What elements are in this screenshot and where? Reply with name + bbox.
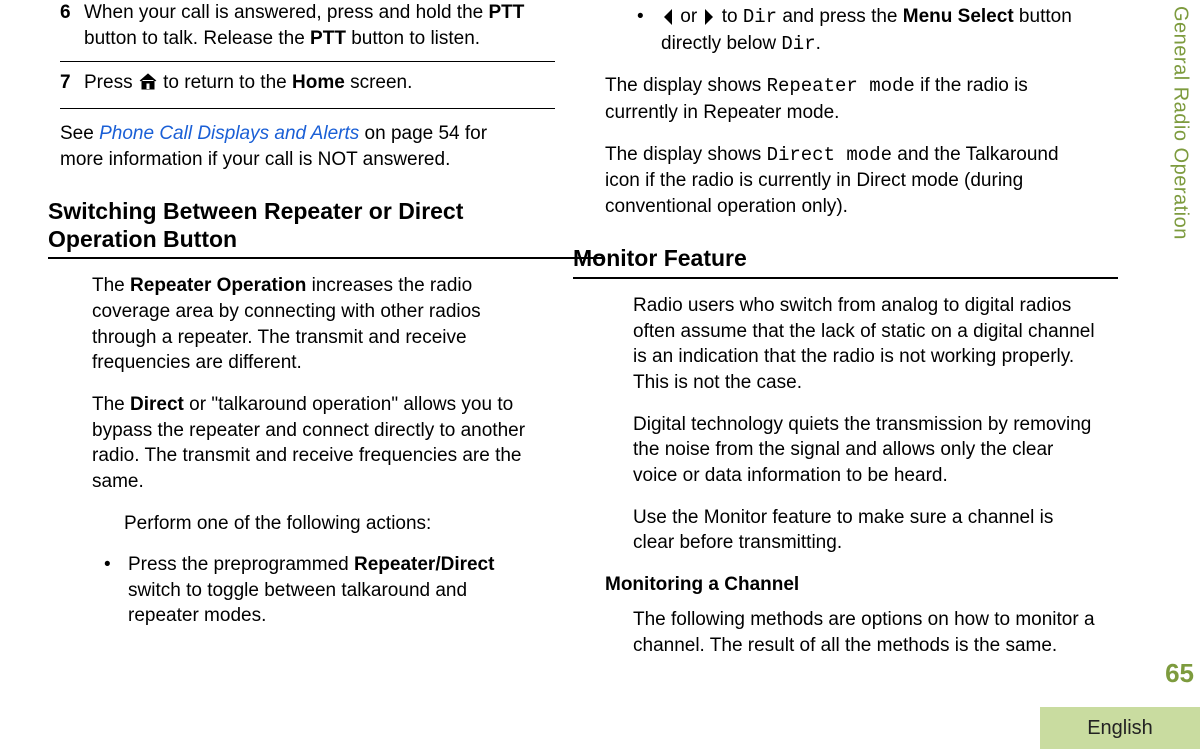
bullet-dir: • or to Dir and press the Menu Select bu… [637,4,1098,57]
step-7: 7 Press to return to the Home screen. [48,70,533,98]
after-steps-note: See Phone Call Displays and Alerts on pa… [60,121,533,172]
para-direct-mode: The display shows Direct mode and the Ta… [605,142,1098,220]
page-number: 65 [1165,656,1194,691]
para-repeater-mode: The display shows Repeater mode if the r… [605,73,1098,125]
para-repeater: The Repeater Operation increases the rad… [92,273,533,376]
step-num: 7 [60,70,84,96]
section-heading-monitor: Monitor Feature [573,245,1098,273]
language-bar: English [1040,707,1200,749]
col-right: • or to Dir and press the Menu Select bu… [573,0,1113,749]
para-monitor3: Use the Monitor feature to make sure a c… [633,505,1098,556]
step-separator [60,61,555,62]
step-text: Press to return to the Home screen. [84,70,533,98]
section-heading: Switching Between Repeater or Direct Ope… [48,198,533,253]
step-6: 6 When your call is answered, press and … [48,0,533,51]
col-left: 6 When your call is answered, press and … [48,0,573,749]
step-separator [60,108,555,109]
section-rule [48,257,603,259]
left-arrow-icon [662,8,674,26]
right-arrow-icon [703,8,715,26]
step-text: When your call is answered, press and ho… [84,0,533,51]
para-monitor4: The following methods are options on how… [633,607,1098,658]
page: 6 When your call is answered, press and … [0,0,1200,749]
xref-link[interactable]: Phone Call Displays and Alerts [99,123,359,144]
bullet-repeater: • Press the preprogrammed Repeater/Direc… [104,552,533,629]
para-direct: The Direct or "talkaround operation" all… [92,392,533,495]
home-icon [138,72,158,98]
subheading-monitoring: Monitoring a Channel [605,572,1098,598]
para-monitor1: Radio users who switch from analog to di… [633,293,1098,396]
step-num: 6 [60,0,84,26]
para-monitor2: Digital technology quiets the transmissi… [633,412,1098,489]
section-rule [573,277,1118,279]
para-action: Perform one of the following actions: [124,511,533,537]
side-label: General Radio Operation [1167,6,1194,240]
side-tab: General Radio Operation [1160,0,1200,749]
